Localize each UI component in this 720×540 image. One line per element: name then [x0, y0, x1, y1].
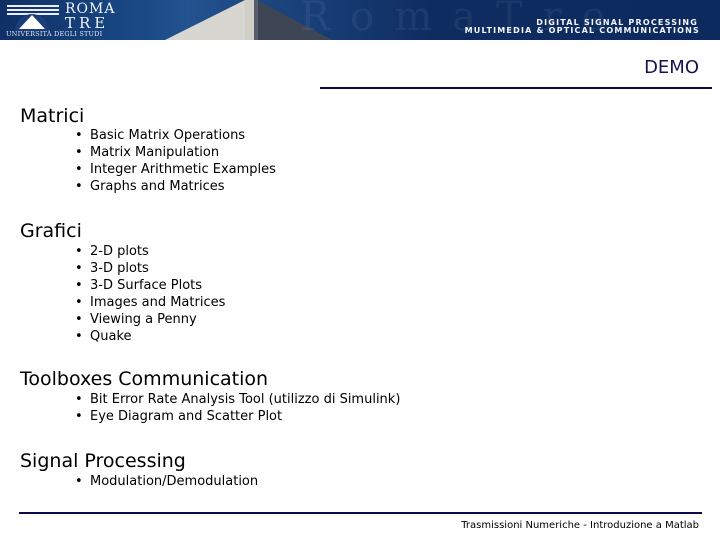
bullet-icon: • [75, 145, 83, 160]
bullet-icon: • [75, 261, 83, 276]
list-item: • Matrix Manipulation [75, 145, 220, 160]
tagline-line-2: MULTIMEDIA & OPTICAL COMMUNICATIONS [464, 26, 700, 35]
footer-divider [19, 512, 702, 514]
list-toolboxes: • Bit Error Rate Analysis Tool (utilizzo … [75, 391, 400, 425]
list-item: • Images and Matrices [75, 295, 226, 310]
footer-text: Trasmissioni Numeriche - Introduzione a … [461, 520, 699, 531]
header-banner: RomaTre ROMA TRE UNIVERSITÀ DEGLI STUDI … [0, 0, 720, 40]
university-logo: ROMA TRE UNIVERSITÀ DEGLI STUDI [5, 2, 130, 38]
bullet-icon: • [75, 162, 83, 177]
list-item: • Modulation/Demodulation [75, 474, 259, 489]
list-item: • 3-D plots [75, 261, 149, 276]
list-grafici: • 2-D plots • 3-D plots • 3-D Surface Plots… [75, 243, 225, 345]
bullet-icon: • [75, 409, 83, 424]
bullet-icon: • [75, 179, 83, 194]
bullet-icon: • [75, 329, 83, 344]
logo-subtitle: UNIVERSITÀ DEGLI STUDI [6, 30, 103, 38]
arch-logo-icon [7, 5, 59, 31]
bullet-icon: • [75, 295, 83, 310]
slide-title: DEMO [644, 57, 699, 78]
list-item: • Bit Error Rate Analysis Tool (utilizzo … [75, 392, 401, 407]
list-item: • Integer Arithmetic Examples [75, 162, 276, 177]
bullet-icon: • [75, 278, 83, 293]
list-signal-processing: • Modulation/Demodulation [75, 473, 258, 490]
list-matrici: • Basic Matrix Operations • Matrix Manipul… [75, 127, 276, 195]
list-item: • Viewing a Penny [75, 312, 197, 327]
pyramid-image-edge [254, 0, 258, 40]
list-item: • Eye Diagram and Scatter Plot [75, 409, 283, 424]
list-item: • Quake [75, 329, 132, 344]
bullet-icon: • [75, 244, 83, 259]
list-item: • 3-D Surface Plots [75, 278, 203, 293]
lab-tagline: DIGITAL SIGNAL PROCESSING MULTIMEDIA & O… [465, 19, 700, 35]
section-title-signal-processing: Signal Processing [20, 450, 186, 472]
logo-tre: TRE [65, 14, 110, 32]
list-item: • 2-D plots [75, 244, 149, 259]
list-item: • Graphs and Matrices [75, 179, 225, 194]
bullet-icon: • [75, 392, 83, 407]
list-item: • Basic Matrix Operations [75, 128, 246, 143]
title-divider [320, 87, 712, 89]
bullet-icon: • [75, 474, 83, 489]
bullet-icon: • [75, 312, 83, 327]
section-title-toolboxes-communication: Toolboxes Communication [20, 368, 269, 390]
pyramid-image-light-face [165, 0, 245, 40]
section-title-matrici: Matrici [20, 105, 85, 127]
bullet-icon: • [75, 128, 83, 143]
section-title-grafici: Grafici [20, 220, 82, 242]
